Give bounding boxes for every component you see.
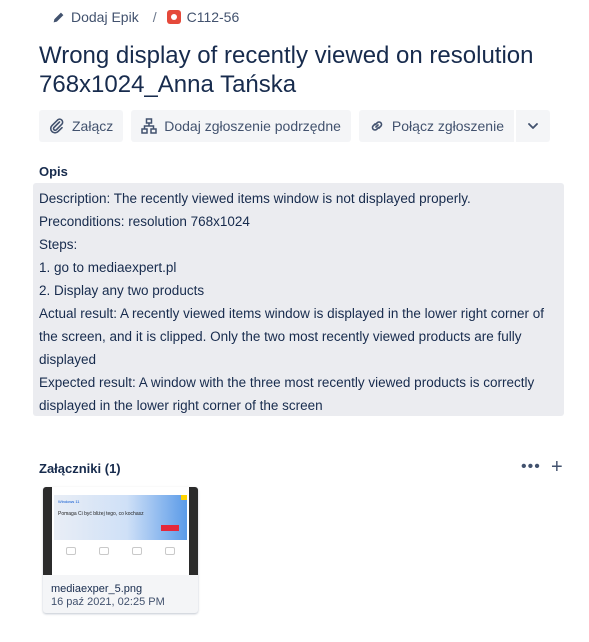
attachment-card[interactable]: Windows 11 Pomaga Ci być bliżej tego, co…	[43, 487, 198, 613]
description-line: Preconditions: resolution 768x1024	[39, 214, 250, 229]
add-epic-label: Dodaj Epik	[71, 9, 139, 25]
link-issue-button[interactable]: Połącz zgłoszenie	[358, 110, 514, 142]
attachment-preview: Windows 11 Pomaga Ci być bliżej tego, co…	[43, 487, 198, 575]
link-icon	[371, 121, 383, 131]
description-line: 2. Display any two products	[39, 283, 205, 298]
pencil-icon	[53, 12, 64, 22]
issue-actions: Załącz Dodaj zgłoszenie podrzędne Połącz…	[39, 110, 550, 142]
subtask-icon	[141, 118, 157, 134]
description-line: Actual result: A recently viewed items w…	[39, 306, 544, 367]
attach-button[interactable]: Załącz	[39, 110, 124, 142]
attachment-caption: mediaexper_5.png 16 paź 2021, 02:25 PM	[51, 583, 165, 609]
attachments-header: Załączniki (1)	[39, 461, 121, 476]
issue-key-link[interactable]: C112-56	[166, 9, 240, 25]
description-label: Opis	[39, 164, 68, 179]
issue-key: C112-56	[186, 9, 240, 25]
attachment-date: 16 paź 2021, 02:25 PM	[51, 596, 165, 608]
add-subtask-label: Dodaj zgłoszenie podrzędne	[164, 118, 341, 134]
add-attachment-icon[interactable]: +	[551, 456, 563, 478]
link-issue-group: Połącz zgłoszenie	[358, 110, 550, 142]
breadcrumb-separator: /	[152, 9, 157, 25]
description-field[interactable]: Description: The recently viewed items w…	[33, 183, 564, 416]
issue-title[interactable]: Wrong display of recently viewed on reso…	[39, 41, 569, 99]
preview-text: Pomaga Ci być bliżej tego, co kochasz	[58, 511, 144, 517]
link-issue-label: Połącz zgłoszenie	[391, 118, 504, 134]
description-line: Description: The recently viewed items w…	[39, 191, 471, 206]
preview-title: Windows 11	[58, 499, 80, 504]
description-line: Expected result: A window with the three…	[39, 375, 535, 413]
description-line: Steps:	[39, 237, 78, 252]
paperclip-icon	[49, 118, 64, 134]
bug-icon	[166, 10, 181, 24]
attachment-filename: mediaexper_5.png	[51, 583, 143, 595]
add-subtask-button[interactable]: Dodaj zgłoszenie podrzędne	[131, 110, 351, 142]
link-issue-dropdown[interactable]	[515, 110, 550, 142]
more-icon[interactable]: •••	[521, 458, 541, 476]
breadcrumb: Dodaj Epik / C112-56	[52, 6, 239, 28]
description-line: 1. go to mediaexpert.pl	[39, 260, 177, 275]
add-epic-link[interactable]: Dodaj Epik	[52, 9, 139, 25]
attach-label: Załącz	[72, 118, 114, 134]
chevron-down-icon	[528, 123, 538, 129]
